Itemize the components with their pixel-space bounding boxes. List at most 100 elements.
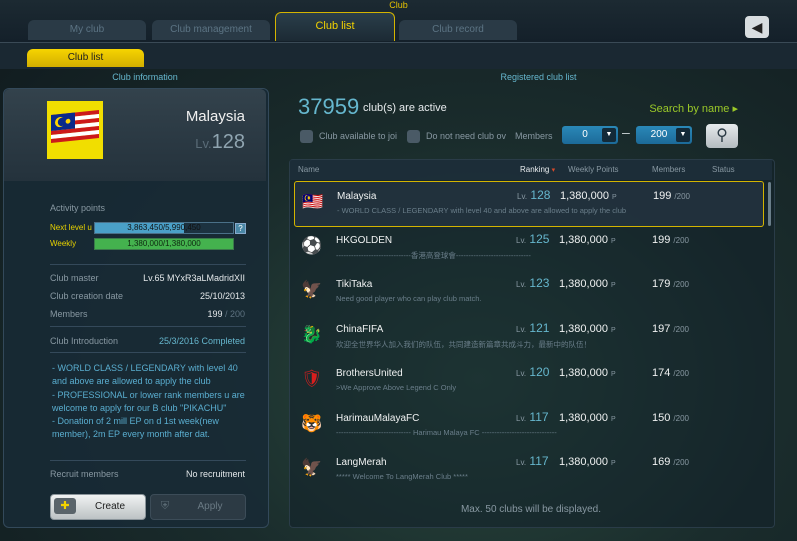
tab-club-management[interactable]: Club management (152, 20, 270, 40)
club-row-description: - WORLD CLASS / LEGENDARY with level 40 … (337, 206, 627, 215)
points-unit: P (611, 282, 616, 289)
level-prefix: Lv. (516, 413, 527, 423)
malaysia-flag-icon: 🇲🇾 (302, 192, 324, 211)
level-value: 125 (529, 231, 550, 246)
club-row[interactable]: 🐯 HarimauMalayaFC ------------------------… (294, 404, 762, 448)
club-master-label: Club master (50, 273, 99, 283)
members-max: /200 (673, 235, 689, 245)
divider (50, 264, 246, 265)
points-unit: P (611, 460, 616, 467)
weekly-label: Weekly (50, 239, 77, 248)
club-row-level: Lv. 117 (516, 454, 549, 468)
divider (50, 326, 246, 327)
no-club-ovr-label: Do not need club ov (426, 131, 507, 141)
club-row-level: Lv. 120 (516, 365, 549, 379)
club-row-level: Lv. 117 (516, 410, 549, 424)
club-row[interactable]: 🐉 ChinaFIFA 欢迎全世界华人加入我们的队伍，共同建造新篇章共成斗力，最新中… (294, 315, 762, 359)
create-button[interactable]: ✚ Create (50, 494, 146, 520)
club-row-level: Lv. 128 (517, 188, 550, 202)
members-max: /200 (673, 458, 689, 467)
activity-points-title: Activity points (50, 203, 106, 213)
column-header-members[interactable]: Members (652, 165, 685, 174)
active-club-text: club(s) are active (363, 102, 447, 114)
apply-shield-icon: ⛨ (160, 500, 170, 512)
range-dash: – (622, 124, 630, 140)
chevron-down-icon: ▼ (676, 128, 690, 142)
club-row-description: Need good player who can play club match… (336, 294, 482, 303)
members-count: 197 (652, 322, 671, 335)
club-level: Lv.128 (120, 131, 245, 154)
red-eagle-icon: 🦅 (301, 458, 323, 477)
section-title-registered-club-list: Registered club list (500, 72, 577, 82)
red-shield-icon: 🛡 (301, 369, 323, 388)
intro-line: and above are allowed to apply the club (52, 376, 211, 387)
intro-line: - PROFESSIONAL or lower rank members u a… (52, 389, 245, 400)
tab-club-record[interactable]: Club record (399, 20, 517, 40)
club-row[interactable]: 🛡 BrothersUnited >We Approve Above Legend … (294, 359, 762, 403)
points-value: 1,380,000 (559, 411, 608, 424)
club-row-members: 197 /200 (652, 323, 689, 335)
tiger-emblem-icon: 🐯 (301, 413, 323, 433)
club-row-members: 199 /200 (652, 234, 689, 246)
search-button[interactable]: ⚲ (706, 124, 738, 148)
available-to-join-checkbox[interactable] (300, 130, 313, 143)
club-row[interactable]: 🇲🇾 Malaysia - WORLD CLASS / LEGENDARY with… (294, 181, 764, 227)
club-row-weekly-points: 1,380,000 P (559, 367, 616, 379)
weekly-progress-text: 1,380,000/1,380,000 (127, 239, 201, 248)
level-prefix: Lv. (516, 280, 527, 289)
window-caption: Club (389, 0, 408, 10)
members-count: 169 (652, 456, 671, 468)
list-scrollbar[interactable] (768, 182, 771, 226)
level-value: 117 (529, 454, 549, 468)
weekly-progress-bar: 1,380,000/1,380,000 (94, 238, 234, 250)
club-master-value: Lv.65 MYxR3aLMadridXII (143, 273, 245, 283)
club-row-name: HKGOLDEN (336, 234, 393, 246)
subtab-club-list[interactable]: Club list (27, 49, 144, 67)
help-icon[interactable]: ? (235, 223, 246, 234)
club-row-level: Lv. 121 (516, 321, 549, 335)
club-row-weekly-points: 1,380,000 P (559, 234, 616, 246)
members-max: /200 (673, 324, 689, 334)
members-value: 199 / 200 (180, 309, 245, 319)
tab-my-club[interactable]: My club (28, 20, 146, 40)
members-max: /200 (673, 413, 689, 423)
apply-button[interactable]: ⛨ Apply (150, 494, 246, 520)
club-row-description: ------------------------------ Harimau M… (336, 427, 557, 437)
no-club-ovr-checkbox[interactable] (407, 130, 420, 143)
club-intro-status: 25/3/2016 Completed (158, 336, 245, 346)
club-row-description: ***** Welcome To LangMerah Club ***** (336, 472, 468, 481)
members-min-dropdown[interactable]: 0 ▼ (562, 126, 618, 144)
max-clubs-note: Max. 50 clubs will be displayed. (460, 504, 602, 515)
back-arrow-icon: ◀ (751, 19, 763, 35)
ranking-label: Ranking (520, 165, 550, 174)
club-row-members: 150 /200 (652, 412, 689, 424)
level-prefix: Lv. (517, 192, 528, 201)
club-row-weekly-points: 1,380,000 P (560, 190, 617, 202)
club-row[interactable]: ⚽ HKGOLDEN ------------------------------香… (294, 226, 762, 270)
members-max: /200 (673, 280, 689, 289)
members-max: /200 (674, 192, 690, 201)
club-row-level: Lv. 123 (516, 276, 549, 290)
chevron-down-icon: ▼ (602, 128, 616, 142)
back-button[interactable]: ◀ (745, 16, 769, 38)
column-header-status[interactable]: Status (712, 165, 735, 174)
search-by-name-link[interactable]: Search by name ▸ (620, 102, 738, 115)
members-max-dropdown[interactable]: 200 ▼ (636, 126, 692, 144)
level-prefix: Lv. (195, 136, 212, 151)
eagle-crest-icon: 🦅 (301, 280, 323, 299)
column-header-ranking[interactable]: Ranking ▾ (520, 165, 555, 174)
creation-date-label: Club creation date (50, 291, 124, 301)
column-header-name[interactable]: Name (298, 165, 319, 174)
club-row-members: 199 /200 (653, 190, 690, 202)
column-header-weekly-points[interactable]: Weekly Points (568, 165, 619, 174)
members-count: 199 (652, 233, 671, 246)
points-unit: P (611, 415, 616, 423)
club-row-name: ChinaFIFA (336, 323, 384, 335)
level-value: 120 (529, 365, 550, 379)
club-row-name: TikiTaka (336, 279, 373, 290)
club-row-description: 欢迎全世界华人加入我们的队伍，共同建造新篇章共成斗力，最新中的队伍！ (336, 339, 591, 349)
points-unit: P (612, 194, 617, 201)
club-row[interactable]: 🦅 LangMerah ***** Welcome To LangMerah Clu… (294, 448, 762, 492)
club-row[interactable]: 🦅 TikiTaka Need good player who can play c… (294, 270, 762, 314)
tab-club-list[interactable]: Club list (275, 12, 395, 41)
